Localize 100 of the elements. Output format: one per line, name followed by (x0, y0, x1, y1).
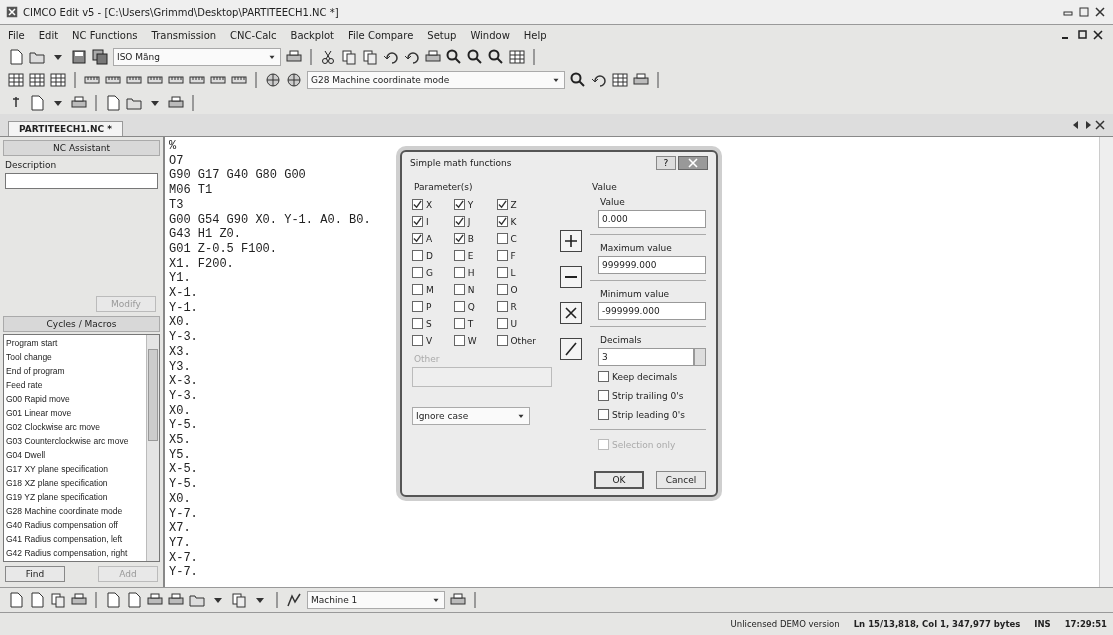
help-button[interactable]: ? (656, 156, 676, 170)
checkbox[interactable]: N (453, 284, 493, 295)
restore-icon[interactable] (1075, 29, 1089, 41)
close-icon[interactable] (1093, 6, 1107, 18)
scissors-icon[interactable] (320, 48, 336, 65)
checkbox[interactable]: T (453, 318, 493, 329)
checkbox[interactable]: H (453, 267, 493, 278)
checkbox[interactable]: Strip leading 0's (598, 409, 706, 420)
printer-icon[interactable] (633, 71, 649, 88)
checkbox[interactable]: C (496, 233, 552, 244)
decimals-field[interactable]: 3 (598, 348, 694, 366)
search-icon[interactable] (467, 48, 483, 65)
printer-icon[interactable] (450, 592, 466, 608)
close-button[interactable] (678, 156, 708, 170)
copy-icon[interactable] (341, 48, 357, 65)
list-item[interactable]: G02 Clockwise arc move (6, 420, 144, 434)
list-item[interactable]: G28 Machine coordinate mode (6, 504, 144, 518)
list-item[interactable]: G42 Radius compensation, right (6, 546, 144, 560)
printer-icon[interactable] (147, 592, 163, 608)
checkbox[interactable]: V (412, 335, 450, 346)
list-item[interactable]: G17 XY plane specification (6, 462, 144, 476)
scrollbar[interactable] (1099, 137, 1113, 587)
menu-item[interactable]: File (8, 29, 25, 41)
menu-item[interactable]: Edit (38, 29, 59, 41)
checkbox[interactable]: B (453, 233, 493, 244)
checkbox[interactable]: Z (496, 199, 552, 210)
list-item[interactable]: G40 Radius compensation off (6, 518, 144, 532)
checkbox[interactable]: S (412, 318, 450, 329)
document-icon[interactable] (105, 592, 121, 608)
document-tab[interactable]: PARTITEECH1.NC * (8, 121, 123, 136)
checkbox[interactable]: E (453, 250, 493, 261)
menu-item[interactable]: File Compare (348, 29, 414, 41)
checkbox[interactable]: Keep decimals (598, 371, 706, 382)
checkbox[interactable]: Y (453, 199, 493, 210)
copy-icon[interactable] (231, 592, 247, 608)
search-icon[interactable] (446, 48, 462, 65)
checkbox[interactable]: D (412, 250, 450, 261)
list-item[interactable]: Program start (6, 336, 144, 350)
document-icon[interactable] (8, 592, 24, 608)
checkbox[interactable]: R (496, 301, 552, 312)
grid-icon[interactable] (509, 48, 525, 65)
scroll-left-icon[interactable] (1071, 120, 1081, 130)
document-icon[interactable] (8, 48, 24, 65)
value-field[interactable]: 999999.000 (598, 256, 706, 274)
checkbox[interactable]: G (412, 267, 450, 278)
printer-icon[interactable] (168, 592, 184, 608)
scroll-right-icon[interactable] (1083, 120, 1093, 130)
list-item[interactable]: G04 Dwell (6, 448, 144, 462)
checkbox[interactable]: X (412, 199, 450, 210)
checkbox[interactable]: L (496, 267, 552, 278)
folder-icon[interactable] (189, 592, 205, 608)
multiply-button[interactable] (560, 302, 582, 324)
mode-dropdown[interactable]: G28 Machine coordinate mode (307, 70, 565, 89)
close-icon[interactable] (1091, 29, 1105, 41)
document-icon[interactable] (126, 592, 142, 608)
checkbox[interactable]: Strip trailing 0's (598, 390, 706, 401)
scrollbar[interactable] (146, 335, 159, 561)
menu-item[interactable]: Transmission (151, 29, 217, 41)
document-icon[interactable] (105, 94, 121, 111)
grid-icon[interactable] (29, 71, 45, 88)
value-field[interactable]: -999999.000 (598, 302, 706, 320)
checkbox[interactable]: W (453, 335, 493, 346)
minus-button[interactable] (560, 266, 582, 288)
floppy-stack-icon[interactable] (92, 48, 108, 65)
printer-icon[interactable] (71, 592, 87, 608)
case-dropdown[interactable]: Ignore case (412, 407, 530, 425)
plus-button[interactable] (560, 230, 582, 252)
encoding-dropdown[interactable]: ISO Mãng (113, 47, 281, 66)
list-item[interactable]: Feed rate (6, 378, 144, 392)
description-field[interactable] (5, 173, 158, 189)
checkbox[interactable]: P (412, 301, 450, 312)
dialog-button[interactable]: OK (594, 471, 644, 489)
list-item[interactable]: G01 Linear move (6, 406, 144, 420)
maximize-icon[interactable] (1077, 6, 1091, 18)
menu-item[interactable]: Setup (427, 29, 457, 41)
close-icon[interactable] (1095, 120, 1105, 130)
list-item[interactable]: G41 Radius compensation, left (6, 532, 144, 546)
list-item[interactable]: G18 XZ plane specification (6, 476, 144, 490)
list-item[interactable]: End of program (6, 364, 144, 378)
find-button[interactable]: Find (5, 566, 65, 582)
copy-icon[interactable] (50, 592, 66, 608)
globe-icon[interactable] (286, 71, 302, 88)
checkbox[interactable]: U (496, 318, 552, 329)
checkbox[interactable]: I (412, 216, 450, 227)
list-item[interactable]: G19 YZ plane specification (6, 490, 144, 504)
checkbox[interactable]: K (496, 216, 552, 227)
printer-icon[interactable] (286, 48, 302, 65)
document-icon[interactable] (29, 592, 45, 608)
checkbox[interactable]: M (412, 284, 450, 295)
checkbox[interactable]: F (496, 250, 552, 261)
copy-icon[interactable] (362, 48, 378, 65)
list-item[interactable]: G03 Counterclockwise arc move (6, 434, 144, 448)
search-icon[interactable] (570, 71, 586, 88)
menu-item[interactable]: NC Functions (72, 29, 138, 41)
checkbox[interactable]: J (453, 216, 493, 227)
menu-item[interactable]: CNC-Calc (230, 29, 277, 41)
menu-item[interactable]: Backplot (290, 29, 334, 41)
search-icon[interactable] (488, 48, 504, 65)
globe-icon[interactable] (265, 71, 281, 88)
menu-item[interactable]: Window (470, 29, 510, 41)
